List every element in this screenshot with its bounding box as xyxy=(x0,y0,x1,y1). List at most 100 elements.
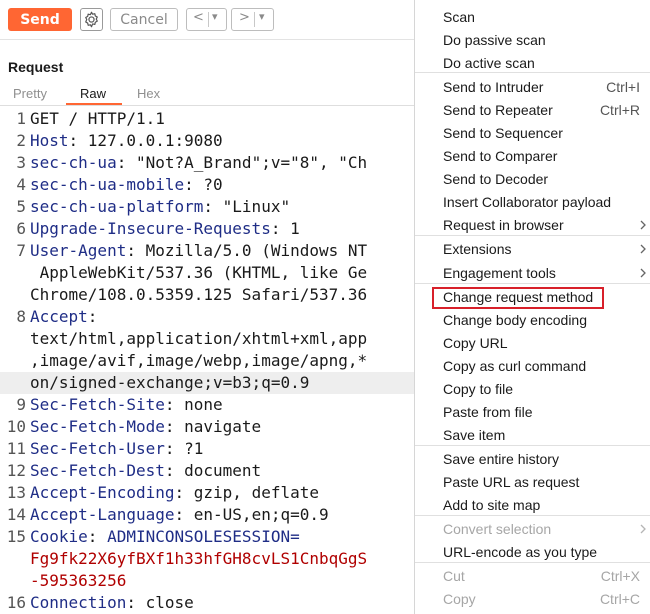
editor-line[interactable]: Fg9fk22X6yfBXf1h33hfGH8cvLS1CnbqGgS xyxy=(0,548,415,570)
menu-item-send-to-sequencer[interactable]: Send to Sequencer xyxy=(415,122,650,145)
editor-line[interactable]: 13 Accept-Encoding: gzip, deflate xyxy=(0,482,415,504)
editor-line[interactable]: 14 Accept-Language: en-US,en;q=0.9 xyxy=(0,504,415,526)
menu-item-save-entire-history[interactable]: Save entire history xyxy=(415,448,650,471)
line-code: Sec-Fetch-Mode: navigate xyxy=(30,416,261,438)
line-number: 14 xyxy=(6,505,26,524)
line-code: Connection: close xyxy=(30,592,194,614)
tab-raw[interactable]: Raw xyxy=(80,86,106,101)
header-value: on/signed-exchange;v=b3;q=0.9 xyxy=(30,373,310,392)
editor-line[interactable]: 6 Upgrade-Insecure-Requests: 1 xyxy=(0,218,415,240)
menu-item-convert-selection: Convert selection xyxy=(415,518,650,541)
header-separator: : xyxy=(87,307,98,326)
settings-button[interactable] xyxy=(80,8,103,31)
menu-item-scan[interactable]: Scan xyxy=(415,6,650,29)
editor-line[interactable]: on/signed-exchange;v=b3;q=0.9 xyxy=(0,372,415,394)
line-code: Host: 127.0.0.1:9080 xyxy=(30,130,223,152)
header-value: gzip, deflate xyxy=(193,483,319,502)
menu-item-save-item[interactable]: Save item xyxy=(415,424,650,447)
menu-item-send-to-intruder[interactable]: Send to Intruder Ctrl+I xyxy=(415,76,650,99)
forward-dropdown-icon[interactable]: ▾ xyxy=(259,10,265,23)
header-separator: : xyxy=(184,175,204,194)
header-separator: : xyxy=(126,593,146,612)
editor-line[interactable]: 11 Sec-Fetch-User: ?1 xyxy=(0,438,415,460)
cancel-button[interactable]: Cancel xyxy=(110,8,178,31)
divider xyxy=(208,12,209,27)
menu-item-label: Insert Collaborator payload xyxy=(443,194,612,210)
menu-item-extensions[interactable]: Extensions xyxy=(415,238,650,261)
menu-item-request-in-browser[interactable]: Request in browser xyxy=(415,214,650,237)
menu-item-label: Engagement tools xyxy=(443,265,556,281)
menu-item-label: Paste URL as request xyxy=(443,474,580,490)
menu-item-label: Copy as curl command xyxy=(443,358,587,374)
editor-line[interactable]: 1 GET / HTTP/1.1 xyxy=(0,108,415,130)
line-number: 5 xyxy=(16,197,26,216)
menu-item-cut: Cut Ctrl+X xyxy=(415,565,650,588)
menu-separator xyxy=(415,235,650,236)
header-value: en-US,en;q=0.9 xyxy=(193,505,329,524)
header-name: Accept-Language xyxy=(30,505,175,524)
menu-item-add-to-site-map[interactable]: Add to site map xyxy=(415,494,650,517)
menu-item-label: Copy to file xyxy=(443,381,514,397)
menu-item-label: Copy xyxy=(443,591,476,607)
back-dropdown-icon[interactable]: ▾ xyxy=(212,10,218,23)
forward-button[interactable]: > xyxy=(239,10,250,25)
editor-line[interactable]: Chrome/108.0.5359.125 Safari/537.36 xyxy=(0,284,415,306)
header-name: Host xyxy=(30,131,69,150)
menu-separator xyxy=(415,515,650,516)
line-code: sec-ch-ua-platform: "Linux" xyxy=(30,196,290,218)
menu-item-copy-url[interactable]: Copy URL xyxy=(415,332,650,355)
menu-item-label: Change body encoding xyxy=(443,312,588,328)
menu-item-label: Request in browser xyxy=(443,217,564,233)
header-value: Fg9fk22X6yfBXf1h33hfGH8cvLS1CnbqGgS xyxy=(30,549,368,568)
line-code: Sec-Fetch-User: ?1 xyxy=(30,438,203,460)
editor-line[interactable]: 15 Cookie: ADMINCONSOLESESSION= xyxy=(0,526,415,548)
line-code: Cookie: ADMINCONSOLESESSION= xyxy=(30,526,300,548)
request-panel-title: Request xyxy=(8,59,64,75)
line-code: Upgrade-Insecure-Requests: 1 xyxy=(30,218,300,240)
raw-request-editor[interactable]: 1 GET / HTTP/1.1 2 Host: 127.0.0.1:9080 3 sec… xyxy=(0,108,415,614)
tab-pretty[interactable]: Pretty xyxy=(13,86,47,101)
menu-item-copy-as-curl-command[interactable]: Copy as curl command xyxy=(415,355,650,378)
header-separator: : xyxy=(174,483,194,502)
header-separator: : xyxy=(87,527,108,546)
header-name: Upgrade-Insecure-Requests xyxy=(30,219,271,238)
editor-line[interactable]: 2 Host: 127.0.0.1:9080 xyxy=(0,130,415,152)
menu-item-send-to-decoder[interactable]: Send to Decoder xyxy=(415,168,650,191)
editor-line[interactable]: 7 User-Agent: Mozilla/5.0 (Windows NT xyxy=(0,240,415,262)
menu-item-paste-url-as-request[interactable]: Paste URL as request xyxy=(415,471,650,494)
annotation-highlight-box xyxy=(432,287,604,309)
send-button[interactable]: Send xyxy=(8,8,72,31)
editor-line[interactable]: 10 Sec-Fetch-Mode: navigate xyxy=(0,416,415,438)
line-code: User-Agent: Mozilla/5.0 (Windows NT xyxy=(30,240,367,262)
chevron-right-icon xyxy=(640,268,646,278)
back-button[interactable]: < xyxy=(193,10,204,25)
menu-item-insert-collaborator-payload[interactable]: Insert Collaborator payload xyxy=(415,191,650,214)
menu-item-url-encode-as-you-type[interactable]: URL-encode as you type xyxy=(415,541,650,564)
editor-line[interactable]: -595363256 xyxy=(0,570,415,592)
menu-item-change-body-encoding[interactable]: Change body encoding xyxy=(415,309,650,332)
forward-nav-group: > ▾ xyxy=(231,8,274,31)
editor-line[interactable]: ,image/avif,image/webp,image/apng,* xyxy=(0,350,415,372)
header-separator: : xyxy=(164,395,185,414)
editor-line[interactable]: text/html,application/xhtml+xml,app xyxy=(0,328,415,350)
menu-item-do-passive-scan[interactable]: Do passive scan xyxy=(415,29,650,52)
editor-line[interactable]: 9 Sec-Fetch-Site: none xyxy=(0,394,415,416)
line-number: 2 xyxy=(16,131,26,150)
editor-line[interactable]: AppleWebKit/537.36 (KHTML, like Ge xyxy=(0,262,415,284)
menu-separator xyxy=(415,562,650,563)
editor-line[interactable]: 5 sec-ch-ua-platform: "Linux" xyxy=(0,196,415,218)
editor-line[interactable]: 12 Sec-Fetch-Dest: document xyxy=(0,460,415,482)
header-separator: : xyxy=(164,417,185,436)
menu-item-send-to-comparer[interactable]: Send to Comparer xyxy=(415,145,650,168)
editor-line[interactable]: 8 Accept: xyxy=(0,306,415,328)
editor-line[interactable]: 4 sec-ch-ua-mobile: ?0 xyxy=(0,174,415,196)
header-value: close xyxy=(145,593,194,612)
menu-item-paste-from-file[interactable]: Paste from file xyxy=(415,401,650,424)
header-name: Sec-Fetch-User xyxy=(30,439,165,458)
editor-line[interactable]: 16 Connection: close xyxy=(0,592,415,614)
menu-item-copy-to-file[interactable]: Copy to file xyxy=(415,378,650,401)
menu-item-engagement-tools[interactable]: Engagement tools xyxy=(415,262,650,285)
tab-hex[interactable]: Hex xyxy=(137,86,160,101)
editor-line[interactable]: 3 sec-ch-ua: "Not?A_Brand";v="8", "Ch xyxy=(0,152,415,174)
menu-item-send-to-repeater[interactable]: Send to Repeater Ctrl+R xyxy=(415,99,650,122)
